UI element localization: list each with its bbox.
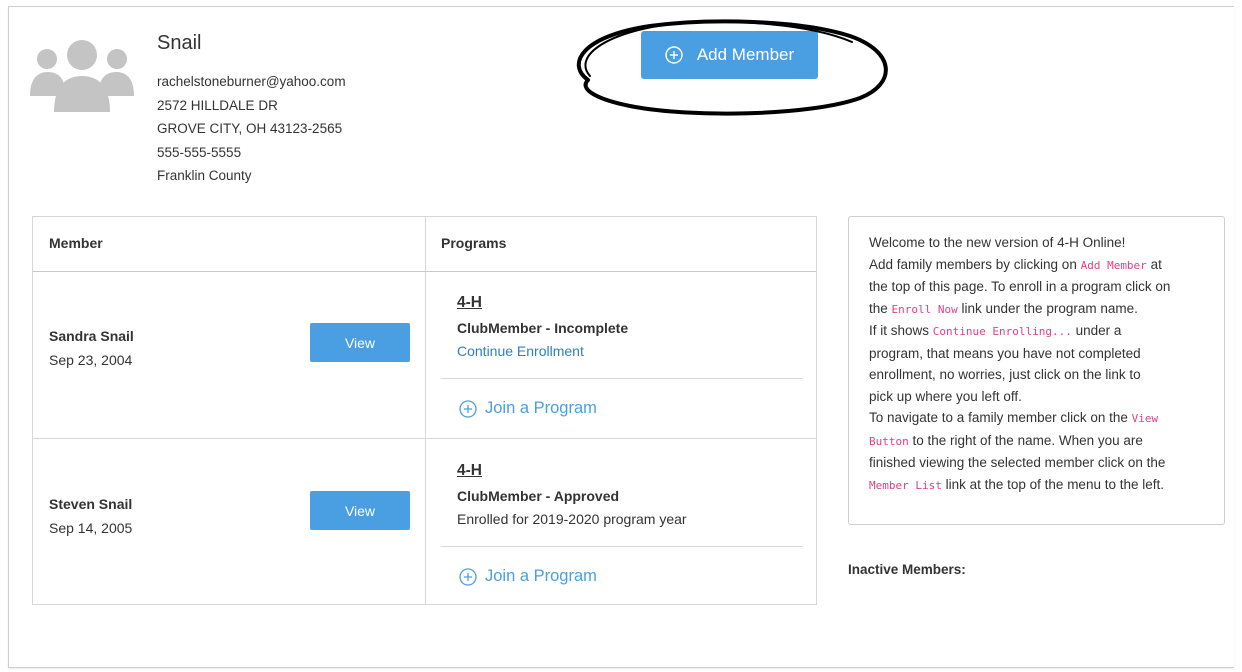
- inactive-members-heading: Inactive Members:: [848, 562, 966, 577]
- help-line: Member List link at the top of the menu …: [869, 476, 1164, 492]
- programs-column-header: Programs: [441, 235, 507, 251]
- add-member-label: Add Member: [696, 45, 795, 64]
- family-group-icon: [30, 40, 134, 112]
- family-email: rachelstoneburner@yahoo.com: [157, 74, 346, 89]
- family-name: Snail: [157, 32, 202, 54]
- table-header: Member Programs: [33, 217, 816, 272]
- member-table: Member Programs Sandra Snail Sep 23, 200…: [32, 216, 817, 605]
- continue-enrollment-link[interactable]: Continue Enrollment: [457, 343, 584, 359]
- family-address-line2: GROVE CITY, OH 43123-2565: [157, 121, 343, 136]
- family-phone: 555-555-5555: [157, 144, 242, 160]
- join-program-label: Join a Program: [485, 567, 597, 585]
- help-panel: Welcome to the new version of 4-H Online…: [848, 216, 1225, 525]
- plus-circle-icon: [459, 399, 477, 418]
- view-member-button[interactable]: View: [310, 491, 410, 530]
- help-line: To navigate to a family member click on …: [869, 410, 1159, 425]
- code-snippet: Continue Enrolling...: [932, 325, 1072, 338]
- program-divider: [441, 546, 802, 547]
- add-member-button[interactable]: Add Member: [641, 31, 818, 79]
- join-program-link[interactable]: Join a Program: [459, 567, 597, 586]
- join-program-label: Join a Program: [485, 399, 597, 417]
- program-link[interactable]: 4-H: [457, 462, 482, 480]
- program-link[interactable]: 4-H: [457, 294, 482, 312]
- enrollment-note: Enrolled for 2019-2020 program year: [457, 511, 687, 527]
- help-line: the top of this page. To enroll in a pro…: [869, 279, 1171, 294]
- help-line: pick up where you left off.: [869, 388, 1022, 404]
- help-line: Button to the right of the name. When yo…: [869, 432, 1143, 448]
- family-address-line1: 2572 HILLDALE DR: [157, 97, 278, 113]
- join-program-link[interactable]: Join a Program: [459, 399, 597, 418]
- code-snippet: Member List: [869, 478, 942, 492]
- help-line: the Enroll Now link under the program na…: [869, 300, 1138, 316]
- member-birthdate: Sep 23, 2004: [49, 352, 133, 368]
- help-line: finished viewing the selected member cli…: [869, 455, 1166, 470]
- help-line: Welcome to the new version of 4-H Online…: [869, 235, 1126, 250]
- table-row: Sandra Snail Sep 23, 2004 View 4-H ClubM…: [33, 271, 816, 438]
- help-line: Add family members by clicking on Add Me…: [869, 256, 1162, 272]
- view-member-button[interactable]: View: [310, 323, 410, 362]
- plus-circle-icon: [665, 46, 683, 64]
- program-status: ClubMember - Approved: [457, 488, 620, 504]
- member-column-header: Member: [49, 235, 103, 251]
- code-snippet: View: [1131, 412, 1159, 425]
- member-birthdate: Sep 14, 2005: [49, 520, 133, 536]
- member-name: Sandra Snail: [49, 328, 134, 344]
- table-row: Steven Snail Sep 14, 2005 View 4-H ClubM…: [33, 438, 816, 606]
- code-snippet: Button: [869, 434, 909, 448]
- help-line: If it shows Continue Enrolling... under …: [869, 323, 1122, 338]
- family-county: Franklin County: [157, 168, 252, 183]
- help-line: enrollment, no worries, just click on th…: [869, 367, 1141, 382]
- code-snippet: Enroll Now: [891, 302, 958, 316]
- family-contact-info: rachelstoneburner@yahoo.com 2572 HILLDAL…: [157, 70, 346, 188]
- member-name: Steven Snail: [49, 496, 133, 512]
- program-status: ClubMember - Incomplete: [457, 320, 629, 336]
- plus-circle-icon: [459, 567, 477, 586]
- help-line: program, that means you have not complet…: [869, 345, 1141, 361]
- code-snippet: Add Member: [1080, 258, 1147, 272]
- program-divider: [441, 378, 802, 379]
